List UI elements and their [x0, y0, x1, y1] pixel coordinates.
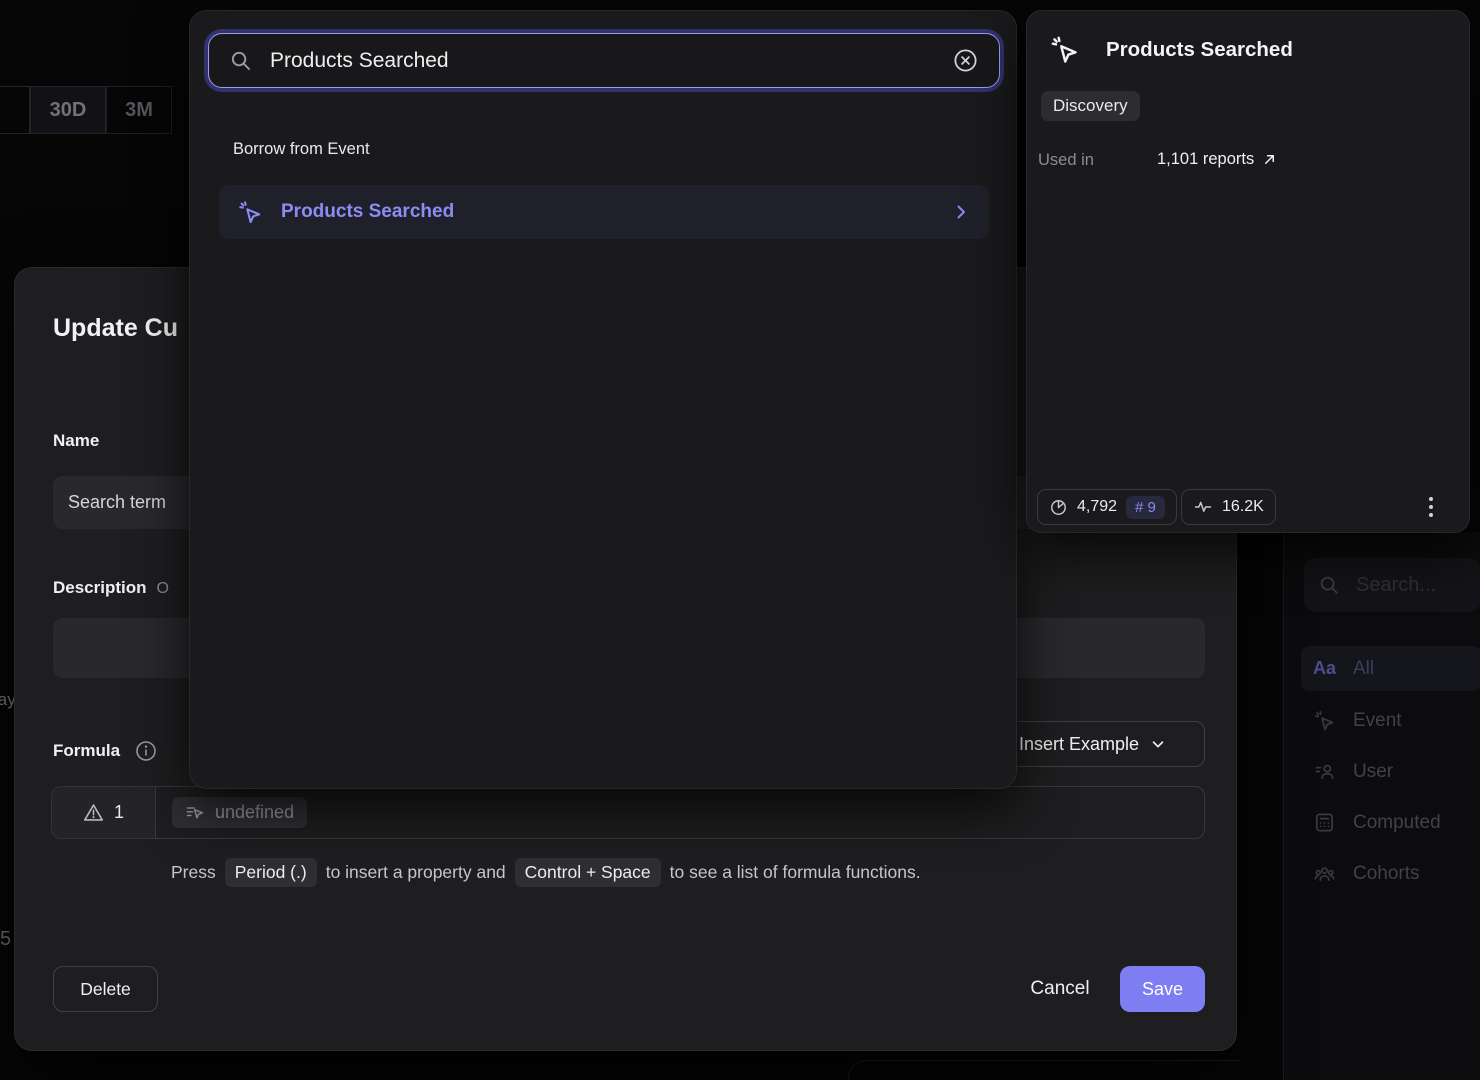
event-icon: [1313, 709, 1337, 732]
formula-chip-label: undefined: [215, 802, 294, 823]
time-range-3m[interactable]: 3M: [106, 86, 172, 134]
search-icon: [229, 49, 252, 72]
time-range-prev[interactable]: D: [0, 86, 30, 134]
property-search-dropdown: Borrow from Event Products Searched: [189, 10, 1017, 789]
formula-error-counter: 1: [51, 786, 155, 839]
sidebar-item-computed[interactable]: Computed: [1301, 800, 1480, 845]
clear-search-icon[interactable]: [952, 47, 979, 74]
name-label: Name: [53, 431, 99, 451]
sidebar-search[interactable]: [1304, 558, 1480, 612]
chevron-down-icon: [1149, 735, 1167, 753]
borrow-from-event-label: Borrow from Event: [233, 140, 370, 159]
formula-label: Formula: [53, 741, 120, 761]
property-search-input[interactable]: [268, 48, 936, 74]
background-axis-fragment: 5: [0, 928, 11, 951]
search-icon: [1318, 574, 1340, 596]
property-search-field: [208, 33, 1000, 88]
save-button[interactable]: Save: [1120, 966, 1205, 1012]
sidebar-item-cohorts[interactable]: Cohorts: [1301, 851, 1480, 896]
sidebar-item-label: Computed: [1353, 812, 1441, 834]
event-icon: [1049, 34, 1080, 65]
cancel-button[interactable]: Cancel: [1013, 966, 1107, 1012]
modal-title: Update Cu: [53, 314, 178, 343]
property-icon: [185, 803, 205, 823]
sidebar-item-all[interactable]: Aa All: [1301, 646, 1480, 691]
insert-example-label: Insert Example: [1019, 734, 1139, 755]
sidebar-item-event[interactable]: Event: [1301, 698, 1480, 743]
external-link-icon: [1262, 152, 1277, 167]
description-label: Description: [53, 578, 147, 598]
event-volume: 16.2K: [1222, 498, 1264, 516]
chevron-right-icon: [951, 202, 971, 222]
formula-label-row: Formula: [53, 739, 158, 763]
info-icon[interactable]: [134, 739, 158, 763]
pie-chart-icon: [1049, 498, 1068, 517]
helper-part2: to insert a property and: [326, 862, 506, 883]
event-volume-pill[interactable]: 16.2K: [1181, 489, 1276, 525]
error-count: 1: [114, 802, 124, 823]
helper-part3: to see a list of formula functions.: [670, 862, 921, 883]
warning-icon: [83, 802, 104, 823]
used-in-value: 1,101 reports: [1157, 150, 1254, 169]
description-label-row: Description O: [53, 578, 169, 598]
background-card-edge: [848, 1060, 1240, 1080]
formula-field[interactable]: undefined: [155, 786, 1205, 839]
formula-property-chip[interactable]: undefined: [172, 797, 307, 828]
sidebar-item-label: Event: [1353, 710, 1402, 732]
event-icon: [237, 199, 263, 225]
sidebar-item-label: All: [1353, 658, 1374, 680]
sidebar-item-user[interactable]: User: [1301, 749, 1480, 794]
panel-header: Products Searched: [1049, 34, 1293, 65]
time-range-30d[interactable]: 30D: [30, 86, 106, 134]
sidebar-item-label: Cohorts: [1353, 863, 1420, 885]
event-count: 4,792: [1077, 498, 1117, 516]
event-count-pill[interactable]: 4,792 # 9: [1037, 489, 1177, 525]
computed-icon: [1313, 811, 1337, 834]
activity-icon: [1193, 497, 1213, 517]
all-types-icon: Aa: [1313, 658, 1337, 679]
search-result-products-searched[interactable]: Products Searched: [219, 185, 989, 239]
app-root: D 30D 3M lay 5 Aa All Event: [0, 0, 1480, 1080]
property-filter-sidebar: Aa All Event User: [1283, 532, 1480, 1080]
helper-part1: Press: [171, 862, 216, 883]
event-detail-panel: Products Searched Discovery Used in 1,10…: [1026, 10, 1470, 533]
kbd-control-space: Control + Space: [515, 858, 661, 887]
sidebar-item-label: User: [1353, 761, 1393, 783]
more-options-icon[interactable]: [1429, 497, 1433, 517]
user-icon: [1313, 760, 1337, 783]
panel-title: Products Searched: [1106, 38, 1293, 62]
event-rank-badge: # 9: [1126, 496, 1165, 519]
result-label: Products Searched: [281, 201, 933, 223]
sidebar-search-input[interactable]: [1354, 573, 1464, 598]
kbd-period: Period (.): [225, 858, 317, 887]
description-optional-hint: O: [157, 580, 169, 598]
used-in-label: Used in: [1038, 151, 1094, 170]
category-badge: Discovery: [1041, 91, 1140, 121]
cohorts-icon: [1313, 862, 1337, 885]
delete-button[interactable]: Delete: [53, 966, 158, 1012]
formula-helper-text: Press Period (.) to insert a property an…: [171, 853, 921, 891]
used-in-reports-link[interactable]: 1,101 reports: [1157, 150, 1277, 169]
